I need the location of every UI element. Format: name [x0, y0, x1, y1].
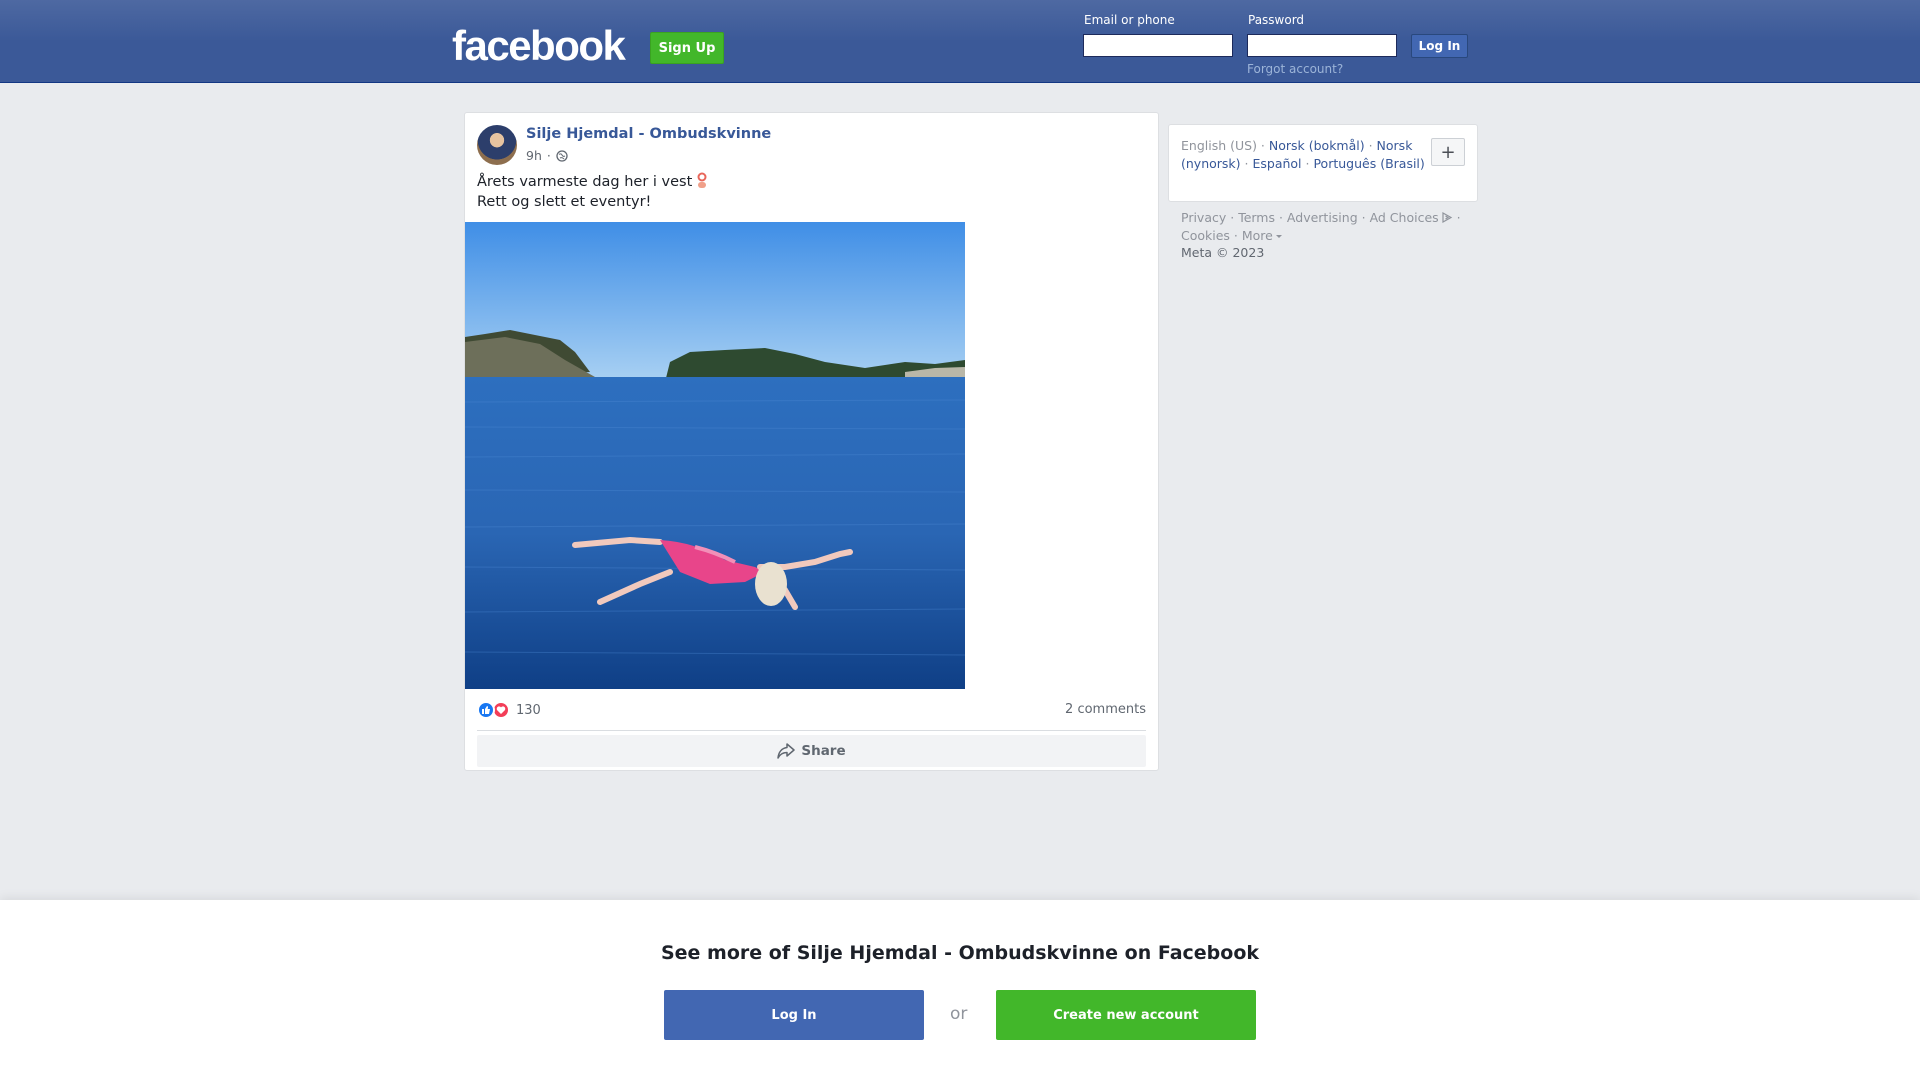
language-espanol[interactable]: Español: [1252, 156, 1301, 171]
top-bar: facebook Sign Up Email or phone Password…: [0, 0, 1920, 83]
post-author[interactable]: Silje Hjemdal - Ombudskvinne: [526, 126, 771, 142]
reaction-count: 130: [516, 702, 541, 718]
footer-advertising[interactable]: Advertising: [1287, 210, 1358, 225]
language-norsk-bokmal[interactable]: Norsk (bokmål): [1269, 138, 1365, 153]
language-portugues[interactable]: Português (Brasil): [1313, 156, 1424, 171]
reactions[interactable]: 130: [477, 701, 541, 719]
post-card: Silje Hjemdal - Ombudskvinne 9h · Årets …: [464, 112, 1159, 771]
footer-more[interactable]: More: [1242, 228, 1273, 243]
like-icon: [477, 701, 495, 719]
footer-links: Privacy · Terms · Advertising · Ad Choic…: [1181, 210, 1461, 243]
forgot-account-link[interactable]: Forgot account?: [1247, 62, 1343, 76]
more-languages-button[interactable]: +: [1431, 138, 1465, 166]
post-time[interactable]: 9h: [526, 148, 542, 163]
globe-icon: [556, 149, 568, 162]
language-list: English (US) · Norsk (bokmål) · Norsk (n…: [1181, 138, 1425, 171]
footer-ad-choices[interactable]: Ad Choices: [1370, 210, 1439, 225]
avatar[interactable]: [477, 125, 517, 165]
share-button[interactable]: Share: [477, 735, 1146, 767]
password-field[interactable]: [1247, 34, 1397, 57]
meta-separator: ·: [546, 148, 551, 163]
footer-privacy[interactable]: Privacy: [1181, 210, 1226, 225]
email-label: Email or phone: [1084, 13, 1175, 27]
comments-link[interactable]: 2 comments: [1065, 702, 1146, 717]
login-button[interactable]: Log In: [1411, 34, 1468, 58]
password-label: Password: [1248, 13, 1305, 27]
footer-cookies[interactable]: Cookies: [1181, 228, 1230, 243]
post-meta: 9h ·: [526, 148, 568, 163]
facebook-logo[interactable]: facebook: [452, 22, 626, 70]
email-field[interactable]: [1083, 34, 1233, 57]
banner-login-button[interactable]: Log In: [664, 990, 924, 1040]
create-account-button[interactable]: Create new account: [996, 990, 1256, 1040]
banner-title: See more of Silje Hjemdal - Ombudskvinne…: [660, 942, 1260, 964]
ring-buoy-icon: [697, 172, 707, 188]
post-photo[interactable]: [465, 222, 965, 689]
post-text-line-1: Årets varmeste dag her i vest: [477, 174, 693, 190]
sign-up-button[interactable]: Sign Up: [650, 32, 724, 64]
divider: [477, 730, 1146, 731]
ad-choices-icon: [1442, 211, 1452, 224]
share-label: Share: [801, 743, 846, 759]
language-english[interactable]: English (US): [1181, 138, 1257, 153]
login-banner: See more of Silje Hjemdal - Ombudskvinne…: [0, 900, 1920, 1080]
copyright: Meta © 2023: [1181, 245, 1265, 260]
chevron-down-icon: [1275, 235, 1282, 238]
share-icon: [777, 743, 796, 759]
language-box: English (US) · Norsk (bokmål) · Norsk (n…: [1168, 124, 1478, 202]
post-text: Årets varmeste dag her i vest Rett og sl…: [477, 172, 708, 212]
banner-or: or: [950, 1004, 968, 1024]
post-text-line-2: Rett og slett et eventyr!: [477, 194, 652, 210]
footer-terms[interactable]: Terms: [1238, 210, 1275, 225]
